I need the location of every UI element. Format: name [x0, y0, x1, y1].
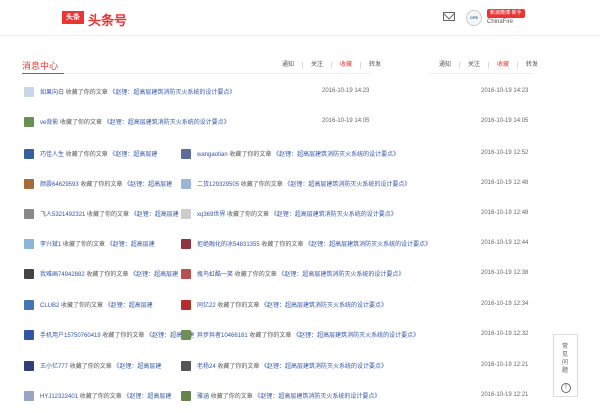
row-time: 2016-10-19 14:23: [322, 88, 370, 94]
list-item[interactable]: 拒绝融化的冰54831355 收藏了你的文章 《赵锂：超高层建筑消防灭火系统的设…: [181, 238, 441, 252]
avatar[interactable]: [24, 269, 34, 279]
floating-help-panel[interactable]: 常见问题 !: [553, 334, 578, 397]
avatar[interactable]: [181, 361, 191, 371]
avatar[interactable]: [24, 209, 34, 219]
logo-badge[interactable]: 头条: [62, 11, 84, 24]
list-item[interactable]: 同亿22 收藏了你的文章 《赵锂：超高层建筑消防灭火系统的设计要点》: [181, 299, 441, 313]
avatar[interactable]: [181, 391, 191, 401]
row-time: 2016-10-19 12:44: [481, 240, 529, 246]
row-text: 李兴斌1 收藏了你的文章 《赵锂：超高层建: [40, 242, 155, 248]
avatar[interactable]: [24, 391, 34, 401]
list-item[interactable]: 飞人5321492321 收藏了你的文章 《赵锂：超高层建: [24, 208, 179, 222]
row-time: 2016-10-19 12:38: [481, 270, 529, 276]
row-text: 我难画74942882 收藏了你的文章 《赵锂：超高层建: [40, 272, 179, 278]
row-text: 飞人5321492321 收藏了你的文章 《赵锂：超高层建: [40, 212, 179, 218]
page-title: 消息中心: [22, 61, 59, 71]
list-item[interactable]: 雅涵 收藏了你的文章 《赵锂：超高层建筑消防灭火系统的设计要点》: [181, 390, 441, 404]
row-text: HYJ12322401 收藏了你的文章 《赵锂：超高层建: [40, 394, 172, 400]
avatar[interactable]: [181, 300, 191, 310]
row-text: xq369世界 收藏了你的文章 《赵锂：超高层建筑消防灭火系统的设计要点》: [197, 212, 397, 218]
tab-repost[interactable]: 转发: [361, 62, 389, 69]
row-time: 2016-10-19 12:32: [481, 331, 529, 337]
tab-notifications[interactable]: 通知: [274, 62, 304, 69]
row-text: 同亿22 收藏了你的文章 《赵锂：超高层建筑消防灭火系统的设计要点》: [197, 303, 388, 309]
row-text: ve背影 收藏了你的文章 《赵锂：超高层建筑消防灭火系统的设计要点》: [40, 120, 230, 126]
avatar[interactable]: [181, 209, 191, 219]
row-text: 巧佳人生 收藏了你的文章 《赵锂：超高层建: [40, 152, 158, 158]
row-time: 2016-10-19 12:21: [481, 362, 529, 368]
row-time: 2016-10-19 12:48: [481, 210, 529, 216]
list-item[interactable]: 我难画74942882 收藏了你的文章 《赵锂：超高层建: [24, 268, 178, 282]
avatar[interactable]: [24, 361, 34, 371]
row-text: 颜震64629593 收藏了你的文章 《赵锂：超高层建: [40, 182, 173, 188]
list-item[interactable]: 老杨24 收藏了你的文章 《赵锂：超高层建筑消防灭火系统的设计要点》: [181, 360, 441, 374]
list-item[interactable]: wangaotian 收藏了你的文章 《赵锂：超高层建筑消防灭火系统的设计要点》: [181, 148, 441, 162]
row-text: 雅涵 收藏了你的文章 《赵锂：超高层建筑消防灭火系统的设计要点》: [197, 394, 381, 400]
list-item[interactable]: 瓶鸟虹酷一笑 收藏了你的文章 《赵锂：超高层建筑消防灭火系统的设计要点》: [181, 268, 441, 282]
right-tab-favorites[interactable]: 收藏: [489, 62, 519, 69]
avatar[interactable]: [24, 117, 34, 127]
list-item[interactable]: 颜震64629593 收藏了你的文章 《赵锂：超高层建: [24, 178, 174, 192]
row-text: 如果向白 收藏了你的文章 《赵锂：超高层建筑消防灭火系统的设计要点》: [40, 90, 236, 96]
avatar[interactable]: [24, 149, 34, 159]
left-tab-bar: 通知 关注 收藏 转发: [274, 62, 389, 69]
avatar[interactable]: [24, 330, 34, 340]
list-item[interactable]: 二货129329505 收藏了你的文章 《赵锂：超高层建筑消防灭火系统的设计要点…: [181, 178, 441, 192]
row-text: 二货129329505 收藏了你的文章 《赵锂：超高层建筑消防灭火系统的设计要点…: [197, 182, 411, 188]
row-text: 王小亿777 收藏了你的文章 《赵锂：超高层建: [40, 364, 162, 370]
row-time: 2016-10-19 14:23: [481, 88, 529, 94]
tab-favorites[interactable]: 收藏: [332, 62, 362, 69]
row-text: wangaotian 收藏了你的文章 《赵锂：超高层建筑消防灭火系统的设计要点》: [197, 152, 400, 158]
list-item[interactable]: 王小亿777 收藏了你的文章 《赵锂：超高层建: [24, 360, 174, 374]
row-text: 瓶鸟虹酷一笑 收藏了你的文章 《赵锂：超高层建筑消防灭火系统的设计要点》: [197, 272, 405, 278]
row-text: 老杨24 收藏了你的文章 《赵锂：超高层建筑消防灭火系统的设计要点》: [197, 364, 388, 370]
help-label[interactable]: 常见问题: [562, 343, 570, 375]
row-time: 2016-10-19 12:21: [481, 392, 529, 398]
list-item[interactable]: 李兴斌1 收藏了你的文章 《赵锂：超高层建: [24, 238, 174, 252]
list-item[interactable]: 手机用户15750760419 收藏了你的文章 《赵锂：超高层建: [24, 329, 194, 343]
row-text: CLUB2 收藏了你的文章 《赵锂：超高层建: [40, 303, 153, 309]
avatar[interactable]: [24, 300, 34, 310]
right-tab-repost[interactable]: 转发: [518, 62, 546, 69]
row-text: 手机用户15750760419 收藏了你的文章 《赵锂：超高层建: [40, 333, 195, 339]
list-item[interactable]: CLUB2 收藏了你的文章 《赵锂：超高层建: [24, 299, 174, 313]
right-tab-notifications[interactable]: 通知: [431, 62, 461, 69]
avatar[interactable]: [181, 330, 191, 340]
avatar[interactable]: [24, 87, 34, 97]
row-time: 2016-10-19 12:52: [481, 150, 529, 156]
avatar[interactable]: [181, 269, 191, 279]
avatar[interactable]: [181, 179, 191, 189]
list-item[interactable]: 巧佳人生 收藏了你的文章 《赵锂：超高层建: [24, 148, 174, 162]
avatar[interactable]: [181, 149, 191, 159]
row-time: 2016-10-19 14:05: [481, 118, 529, 124]
avatar[interactable]: [24, 179, 34, 189]
tab-follow[interactable]: 关注: [303, 62, 333, 69]
top-header: 头条 头条号 CFE 新浪微博·新手 ChinaFire: [0, 0, 600, 36]
row-time: 2016-10-19 14:05: [322, 118, 370, 124]
row-text: 拒绝融化的冰54831355 收藏了你的文章 《赵锂：超高层建筑消防灭火系统的设…: [197, 242, 432, 248]
app-title[interactable]: 头条号: [88, 10, 127, 29]
row-time: 2016-10-19 12:48: [481, 180, 529, 186]
list-item[interactable]: 异步异者10466181 收藏了你的文章 《赵锂：超高层建筑消防灭火系统的设计要…: [181, 329, 441, 343]
info-icon[interactable]: !: [561, 383, 571, 393]
right-tab-bar: 通知 关注 收藏 转发: [431, 62, 546, 69]
avatar[interactable]: CFE: [466, 10, 482, 26]
user-name[interactable]: ChinaFire: [487, 19, 513, 25]
list-item[interactable]: xq369世界 收藏了你的文章 《赵锂：超高层建筑消防灭火系统的设计要点》: [181, 208, 441, 222]
avatar[interactable]: [181, 239, 191, 249]
user-badge: 新浪微博·新手: [487, 9, 525, 18]
list-item[interactable]: HYJ12322401 收藏了你的文章 《赵锂：超高层建: [24, 390, 174, 404]
avatar[interactable]: [24, 239, 34, 249]
right-tab-follow[interactable]: 关注: [460, 62, 490, 69]
row-text: 异步异者10466181 收藏了你的文章 《赵锂：超高层建筑消防灭火系统的设计要…: [197, 333, 420, 339]
mail-icon[interactable]: [443, 12, 455, 21]
row-time: 2016-10-19 12:34: [481, 301, 529, 307]
